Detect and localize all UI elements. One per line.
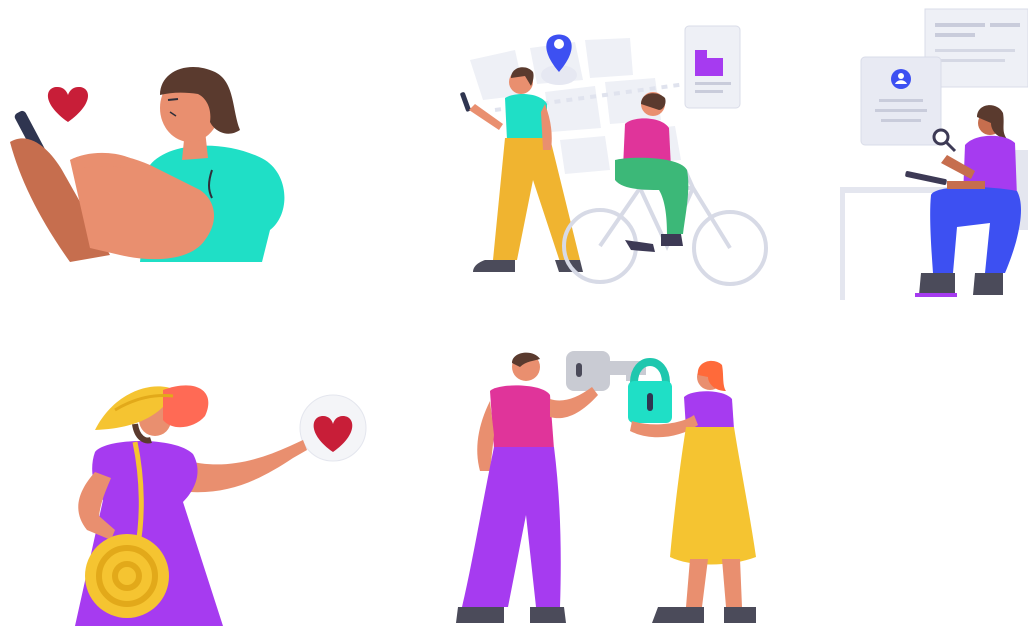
illustration-key-lock (450, 345, 770, 626)
round-bag-icon (85, 534, 169, 618)
padlock-icon (628, 358, 672, 423)
tablet-icon (905, 171, 947, 185)
heart-bubble-icon (299, 394, 367, 462)
magnifier-icon (932, 128, 957, 153)
illustration-sun-hat-heart (55, 380, 375, 626)
heart-icon (47, 86, 89, 122)
person-with-key (456, 352, 598, 623)
illustration-map-commute (455, 20, 775, 290)
illustration-texting (0, 0, 300, 270)
building-card-icon (684, 25, 741, 109)
profile-card-icon (860, 56, 942, 146)
illustration-document-review (835, 5, 1028, 300)
